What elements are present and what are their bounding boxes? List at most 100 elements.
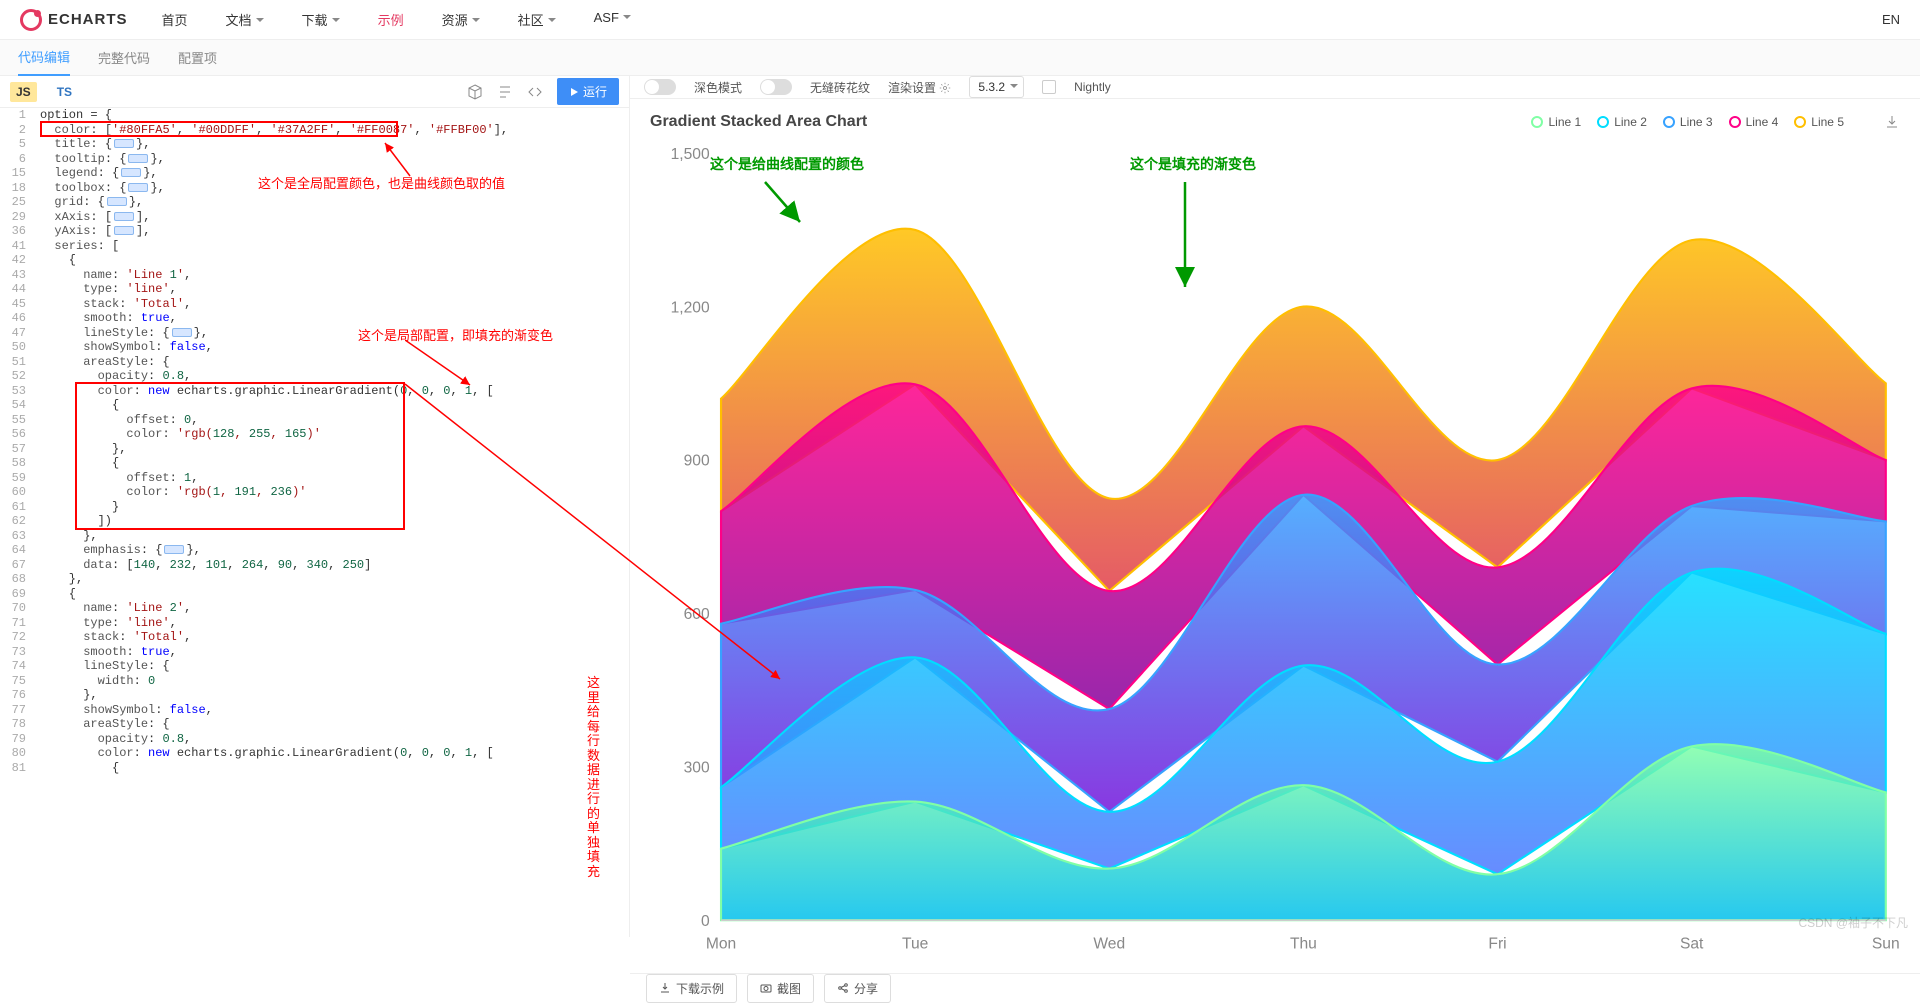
code-editor[interactable]: 1256151825293641424344454647505152535455…	[0, 108, 629, 937]
line-number: 6	[0, 152, 26, 167]
code-line[interactable]: opacity: 0.8,	[40, 369, 629, 384]
code-line[interactable]: option = {	[40, 108, 629, 123]
nav-asf[interactable]: ASF	[590, 0, 635, 39]
pattern-label: 无缝砖花纹	[810, 79, 870, 96]
nav-resources[interactable]: 资源	[438, 0, 484, 39]
code-line[interactable]: offset: 0,	[40, 413, 629, 428]
code-line[interactable]: width: 0	[40, 674, 629, 689]
code-line[interactable]: }	[40, 500, 629, 515]
legend-item[interactable]: Line 1	[1531, 115, 1581, 129]
gear-icon	[939, 82, 951, 94]
lang-tab-ts[interactable]: TS	[51, 79, 78, 105]
code-line[interactable]: showSymbol: false,	[40, 703, 629, 718]
code-line[interactable]: },	[40, 529, 629, 544]
code-line[interactable]: name: 'Line 2',	[40, 601, 629, 616]
legend-item[interactable]: Line 4	[1729, 115, 1779, 129]
pattern-toggle[interactable]	[760, 79, 792, 95]
language-switch[interactable]: EN	[1882, 12, 1900, 27]
arrow-global	[380, 138, 420, 178]
code-line[interactable]: tooltip: {},	[40, 152, 629, 167]
line-number: 69	[0, 587, 26, 602]
line-number: 45	[0, 297, 26, 312]
logo[interactable]: ECHARTS	[20, 9, 128, 31]
line-number: 5	[0, 137, 26, 152]
chart-title: Gradient Stacked Area Chart	[650, 113, 867, 131]
code-line[interactable]: stack: 'Total',	[40, 297, 629, 312]
svg-text:Thu: Thu	[1290, 936, 1317, 953]
nav-home[interactable]: 首页	[158, 0, 192, 39]
chart-canvas[interactable]: 03006009001,2001,500MonTueWedThuFriSatSu…	[650, 139, 1900, 963]
lang-tab-js[interactable]: JS	[10, 82, 37, 102]
line-number: 42	[0, 253, 26, 268]
subtab-code-edit[interactable]: 代码编辑	[18, 39, 70, 76]
nightly-checkbox[interactable]	[1042, 80, 1056, 94]
code-line[interactable]: data: [140, 232, 101, 264, 90, 340, 250]	[40, 558, 629, 573]
code-line[interactable]: type: 'line',	[40, 616, 629, 631]
code-line[interactable]: title: {},	[40, 137, 629, 152]
legend-dot-icon	[1729, 116, 1741, 128]
share-button[interactable]: 分享	[824, 974, 891, 1003]
code-line[interactable]: color: new echarts.graphic.LinearGradien…	[40, 384, 629, 399]
svg-text:1,500: 1,500	[671, 146, 710, 163]
screenshot-button[interactable]: 截图	[747, 974, 814, 1003]
legend-item[interactable]: Line 3	[1663, 115, 1713, 129]
dark-mode-toggle[interactable]	[644, 79, 676, 95]
code-line[interactable]: areaStyle: {	[40, 355, 629, 370]
line-number: 81	[0, 761, 26, 776]
code-line[interactable]: {	[40, 398, 629, 413]
svg-text:Sun: Sun	[1872, 936, 1900, 953]
preview-panel: 深色模式 无缝砖花纹 渲染设置 5.3.2 Nightly Gradient S…	[630, 76, 1920, 937]
code-line[interactable]: color: 'rgb(1, 191, 236)'	[40, 485, 629, 500]
code-line[interactable]: },	[40, 688, 629, 703]
code-line[interactable]: {	[40, 587, 629, 602]
sub-tabs: 代码编辑 完整代码 配置项	[0, 40, 1920, 76]
download-example-button[interactable]: 下载示例	[646, 974, 737, 1003]
code-line[interactable]: },	[40, 442, 629, 457]
code-line[interactable]: lineStyle: {	[40, 659, 629, 674]
bottom-actions: 下载示例 截图 分享 CSDN @袖子不下凡	[630, 973, 1920, 1003]
editor-panel: JS TS 运行 1256151825293641424344454647505…	[0, 76, 630, 937]
code-line[interactable]: {	[40, 456, 629, 471]
nav-download[interactable]: 下载	[298, 0, 344, 39]
code-line[interactable]: ])	[40, 514, 629, 529]
code-line[interactable]: grid: {},	[40, 195, 629, 210]
code-line[interactable]: emphasis: {},	[40, 543, 629, 558]
code-line[interactable]: color: ['#80FFA5', '#00DDFF', '#37A2FF',…	[40, 123, 629, 138]
subtab-full-code[interactable]: 完整代码	[98, 40, 150, 75]
code-line[interactable]: color: new echarts.graphic.LinearGradien…	[40, 746, 629, 761]
code-line[interactable]: {	[40, 761, 629, 776]
line-number: 67	[0, 558, 26, 573]
code-line[interactable]: {	[40, 253, 629, 268]
cube-icon[interactable]	[467, 84, 483, 100]
code-line[interactable]: offset: 1,	[40, 471, 629, 486]
code-line[interactable]: opacity: 0.8,	[40, 732, 629, 747]
subtab-options[interactable]: 配置项	[178, 40, 217, 75]
nav-community[interactable]: 社区	[514, 0, 560, 39]
code-line[interactable]: stack: 'Total',	[40, 630, 629, 645]
legend-item[interactable]: Line 2	[1597, 115, 1647, 129]
code-line[interactable]: color: 'rgb(128, 255, 165)'	[40, 427, 629, 442]
arrow-fill-color	[1160, 177, 1210, 297]
code-icon[interactable]	[527, 84, 543, 100]
code-line[interactable]: yAxis: [],	[40, 224, 629, 239]
nav-examples[interactable]: 示例	[374, 0, 408, 39]
line-number: 51	[0, 355, 26, 370]
code-line[interactable]: type: 'line',	[40, 282, 629, 297]
run-button[interactable]: 运行	[557, 78, 619, 105]
share-icon	[837, 982, 849, 994]
code-line[interactable]: xAxis: [],	[40, 210, 629, 225]
play-icon	[569, 87, 579, 97]
code-line[interactable]: name: 'Line 1',	[40, 268, 629, 283]
code-line[interactable]: series: [	[40, 239, 629, 254]
code-line[interactable]: smooth: true,	[40, 311, 629, 326]
render-settings[interactable]: 渲染设置	[888, 79, 951, 96]
download-icon[interactable]	[1884, 114, 1900, 130]
nav-docs[interactable]: 文档	[222, 0, 268, 39]
format-icon[interactable]	[497, 84, 513, 100]
code-line[interactable]: smooth: true,	[40, 645, 629, 660]
legend-item[interactable]: Line 5	[1794, 115, 1844, 129]
version-select[interactable]: 5.3.2	[969, 76, 1024, 98]
line-number: 68	[0, 572, 26, 587]
code-line[interactable]: areaStyle: {	[40, 717, 629, 732]
code-line[interactable]: },	[40, 572, 629, 587]
